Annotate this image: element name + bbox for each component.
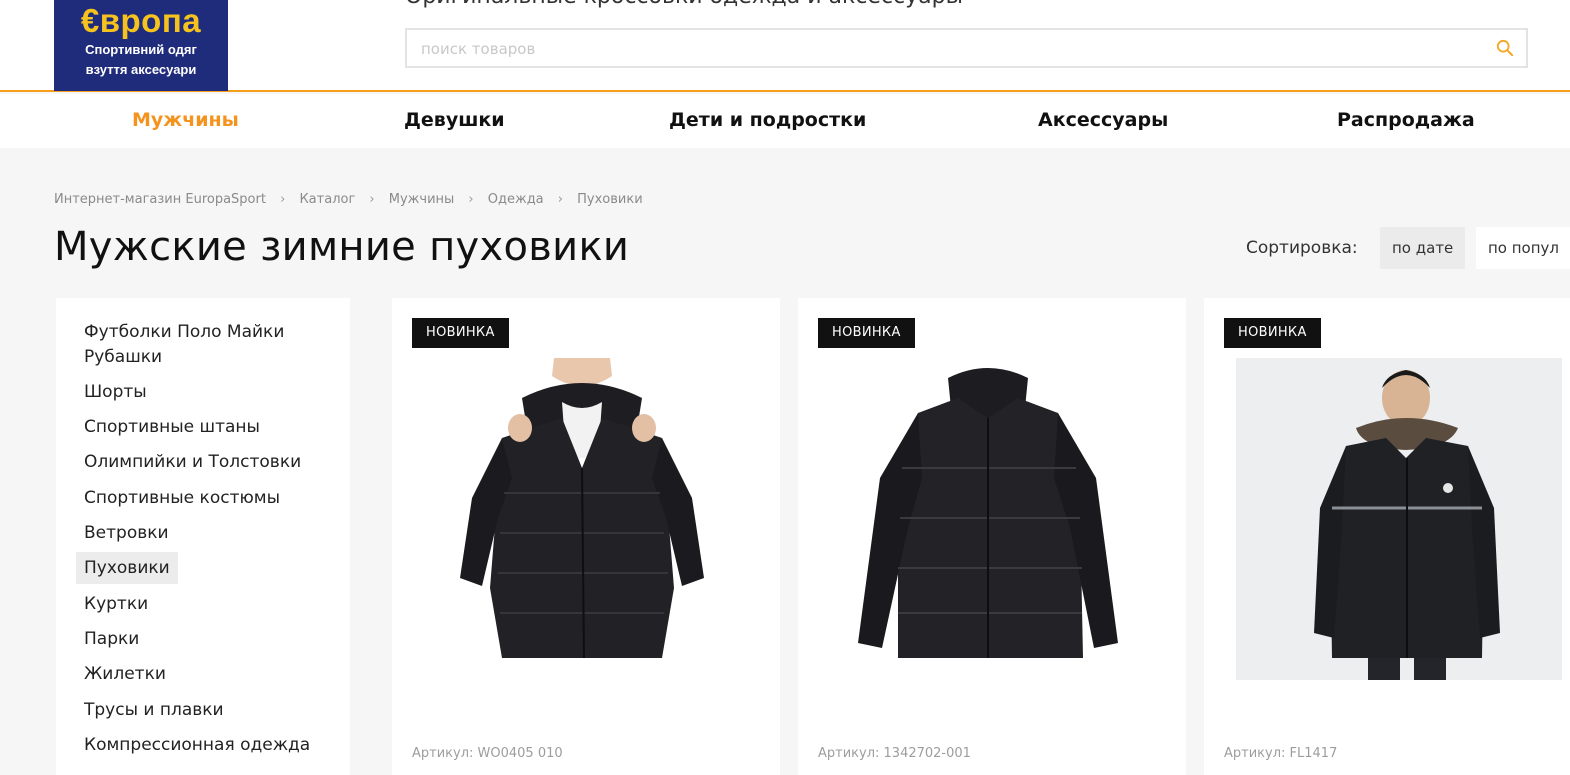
category-sidebar: Футболки Поло Майки Рубашки Шорты Спорти… [56, 298, 350, 775]
sidebar-item-tracksuits[interactable]: Спортивные костюмы [84, 486, 334, 511]
sidebar-item-windbreakers[interactable]: Ветровки [84, 521, 334, 546]
logo-subtitle-line1: Спортивний одяг [85, 42, 197, 57]
product-sku: Артикул: FL1417 [1224, 746, 1338, 761]
site-tagline: Оригинальные кроссовки одежда и аксессуа… [405, 0, 963, 9]
search-box [405, 28, 1528, 68]
breadcrumb-link-men[interactable]: Мужчины [389, 192, 455, 207]
breadcrumb: Интернет-магазин EuropaSport › Каталог ›… [54, 192, 643, 207]
sidebar-item-vests[interactable]: Жилетки [84, 662, 334, 687]
nav-item-accessories[interactable]: Аксессуары [1038, 109, 1168, 131]
page-title: Мужские зимние пуховики [54, 224, 630, 270]
breadcrumb-separator: › [468, 192, 474, 207]
nav-item-kids[interactable]: Дети и подростки [669, 109, 866, 131]
nav-item-sale[interactable]: Распродажа [1337, 109, 1475, 131]
nav-item-women[interactable]: Девушки [404, 109, 505, 131]
product-image-hooded-jacket[interactable] [412, 358, 752, 688]
sidebar-item-hoodies[interactable]: Олимпийки и Толстовки [84, 450, 334, 475]
product-card[interactable]: НОВИНКА Артикул: WO0405 010 [392, 298, 780, 775]
sidebar-item-sport-pants[interactable]: Спортивные штаны [84, 415, 334, 440]
product-sku: Артикул: 1342702-001 [818, 746, 971, 761]
new-badge: НОВИНКА [412, 318, 509, 348]
sort-by-popularity-button[interactable]: по попул [1476, 227, 1570, 269]
sidebar-item-shorts[interactable]: Шорты [84, 380, 334, 405]
product-card[interactable]: НОВИНКА Артикул: FL1417 [1204, 298, 1570, 775]
breadcrumb-separator: › [557, 192, 563, 207]
breadcrumb-separator: › [369, 192, 375, 207]
product-image-collar-jacket[interactable] [818, 358, 1158, 688]
breadcrumb-separator: › [280, 192, 286, 207]
sort-label: Сортировка: [1246, 238, 1358, 258]
sidebar-item-parkas[interactable]: Парки [84, 627, 334, 652]
sidebar-item-underwear[interactable]: Трусы и плавки [84, 698, 334, 723]
search-input[interactable] [421, 38, 1471, 60]
new-badge: НОВИНКА [1224, 318, 1321, 348]
site-logo[interactable]: €вропа Спортивний одяг взуття аксесуари [54, 0, 228, 91]
breadcrumb-link-home[interactable]: Интернет-магазин EuropaSport [54, 192, 266, 207]
sidebar-item-compression[interactable]: Компрессионная одежда [84, 733, 334, 758]
breadcrumb-current: Пуховики [577, 192, 643, 207]
product-card[interactable]: НОВИНКА Артикул: 1342702-001 [798, 298, 1186, 775]
breadcrumb-link-clothing[interactable]: Одежда [488, 192, 544, 207]
sidebar-item-tshirts[interactable]: Футболки Поло Майки Рубашки [84, 320, 334, 370]
search-icon[interactable] [1496, 39, 1514, 57]
site-header: €вропа Спортивний одяг взуття аксесуари … [0, 0, 1570, 92]
logo-subtitle-line2: взуття аксесуари [85, 62, 197, 77]
product-image-parka[interactable] [1236, 358, 1562, 680]
main-nav: Мужчины Девушки Дети и подростки Аксессу… [0, 94, 1570, 148]
breadcrumb-link-catalog[interactable]: Каталог [299, 192, 355, 207]
sidebar-item-down-jackets[interactable]: Пуховики [76, 552, 178, 584]
new-badge: НОВИНКА [818, 318, 915, 348]
product-sku: Артикул: WO0405 010 [412, 746, 563, 761]
nav-item-men[interactable]: Мужчины [132, 109, 239, 131]
sidebar-item-jackets[interactable]: Куртки [84, 592, 334, 617]
logo-title: €вропа [80, 2, 202, 39]
sort-by-date-button[interactable]: по дате [1380, 227, 1466, 269]
